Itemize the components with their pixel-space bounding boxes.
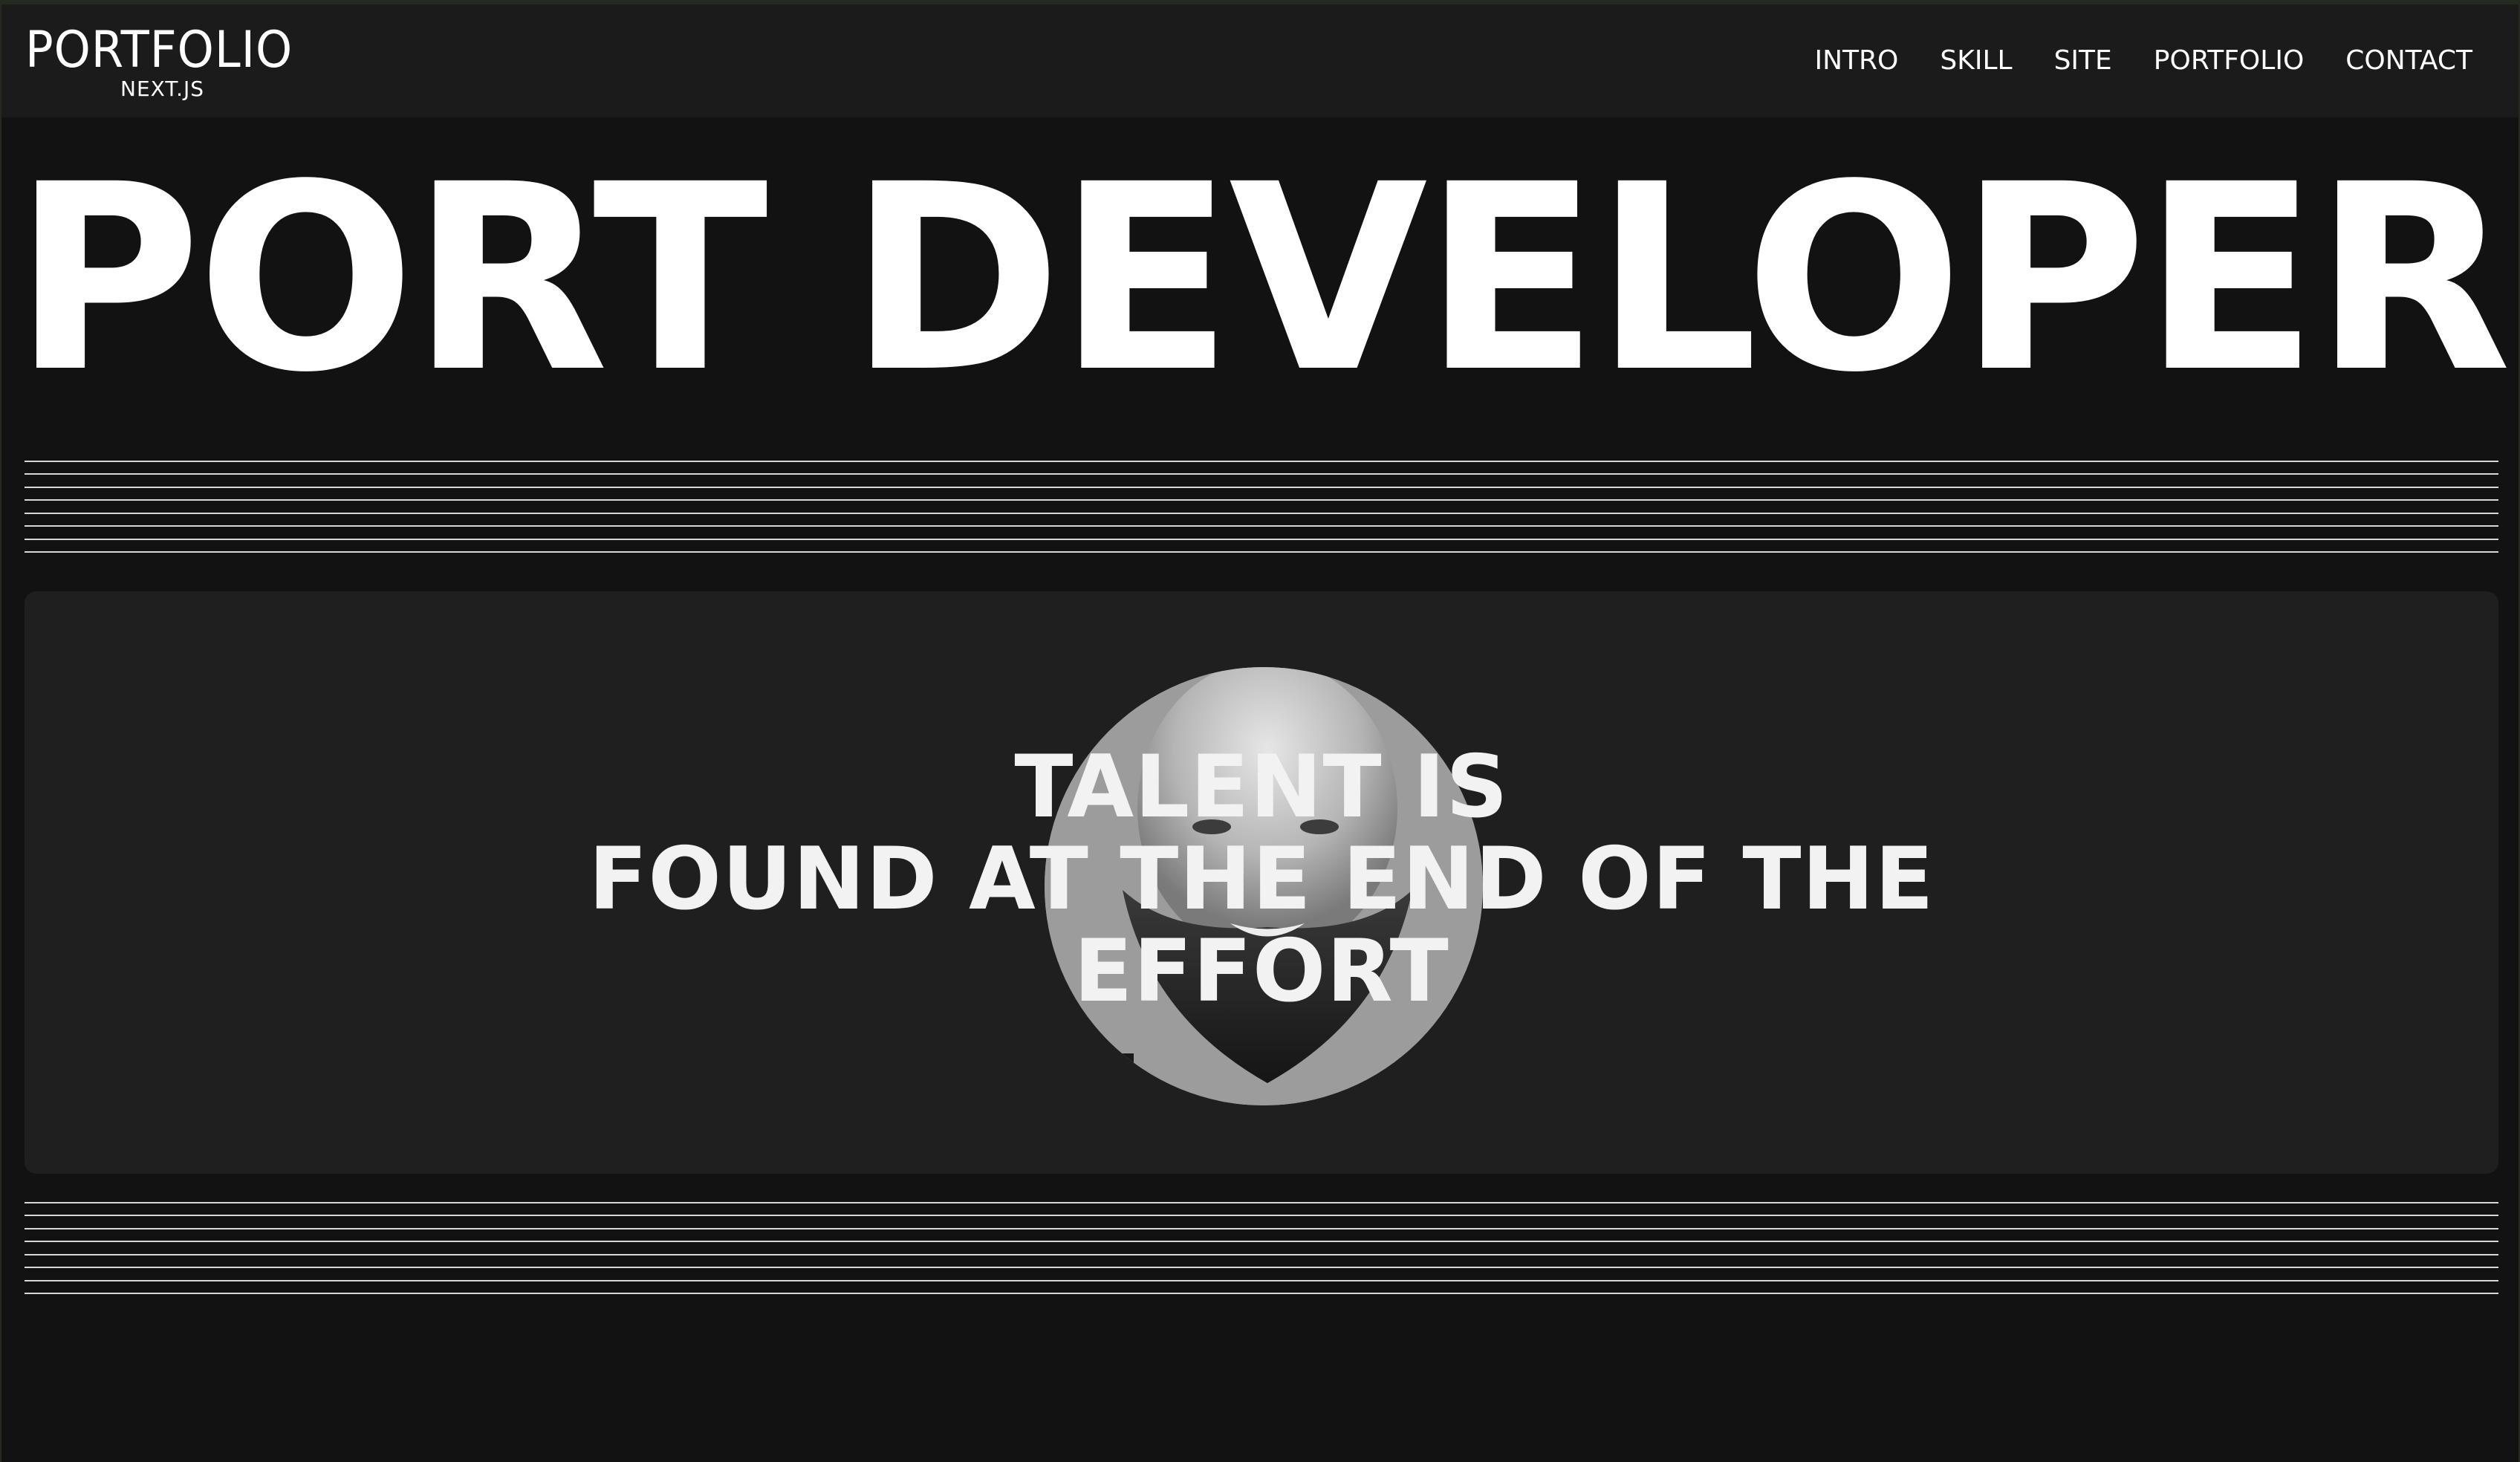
divider-line	[25, 1228, 2498, 1229]
quote-line: FOUND AT THE END OF THE	[588, 829, 1935, 929]
divider-line	[25, 499, 2498, 501]
nav-link-skill[interactable]: SKILL	[1940, 45, 2012, 77]
divider-line	[25, 1241, 2498, 1242]
quote-card: TALENT IS FOUND AT THE END OF THE EFFORT	[25, 591, 2498, 1174]
site-header: PORTFOLIO NEXT.JS INTRO SKILL SITE PORTF…	[1, 4, 2519, 117]
divider-line	[25, 473, 2498, 475]
divider-line	[25, 1254, 2498, 1255]
logo-title: PORTFOLIO	[25, 21, 293, 79]
divider-line	[25, 1267, 2498, 1268]
quote-line: TALENT IS	[1014, 737, 1509, 837]
divider-line	[25, 1293, 2498, 1294]
divider-line	[25, 539, 2498, 540]
hero-title-text: PORT DEVELOPER	[13, 129, 2511, 429]
nav-link-portfolio[interactable]: PORTFOLIO	[2154, 45, 2304, 77]
divider-line	[25, 461, 2498, 462]
main-nav: INTRO SKILL SITE PORTFOLIO CONTACT	[1814, 45, 2472, 77]
hero-title: PORT DEVELOPER	[1, 129, 2519, 429]
divider-line	[25, 1280, 2498, 1281]
logo-subtitle: NEXT.JS	[120, 77, 205, 101]
quote-text: TALENT IS FOUND AT THE END OF THE EFFORT	[25, 741, 2498, 1018]
top-line-divider	[25, 461, 2498, 553]
nav-link-contact[interactable]: CONTACT	[2345, 45, 2472, 77]
divider-line	[25, 513, 2498, 514]
bottom-line-divider	[25, 1202, 2498, 1294]
nav-link-intro[interactable]: INTRO	[1814, 45, 1898, 77]
divider-line	[25, 551, 2498, 553]
nav-link-site[interactable]: SITE	[2054, 45, 2112, 77]
quote-line: EFFORT	[1074, 921, 1449, 1021]
logo[interactable]: PORTFOLIO NEXT.JS	[25, 21, 315, 103]
page: PORTFOLIO NEXT.JS INTRO SKILL SITE PORTF…	[1, 4, 2519, 1462]
divider-line	[25, 1202, 2498, 1203]
divider-line	[25, 487, 2498, 488]
divider-line	[25, 525, 2498, 527]
divider-line	[25, 1215, 2498, 1216]
